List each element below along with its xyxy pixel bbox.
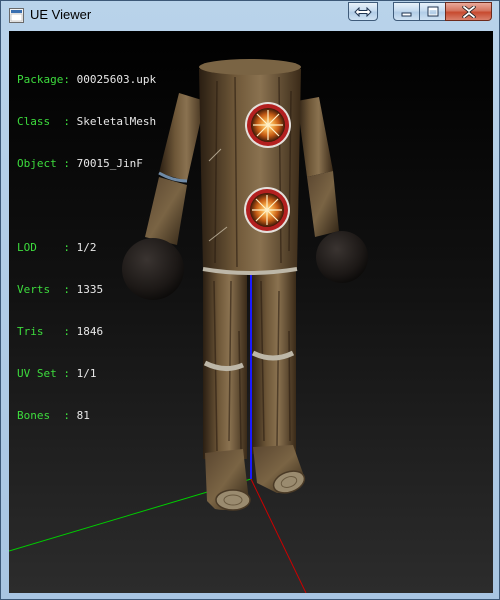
info-value-uvset: 1/1: [76, 367, 97, 380]
info-row-class: Class : SkeletalMesh: [17, 115, 156, 129]
axis-x-line: [250, 478, 307, 593]
info-row-object: Object : 70015_JinF: [17, 157, 156, 171]
info-row-tris: Tris : 1846: [17, 325, 156, 339]
close-button[interactable]: [445, 2, 492, 21]
torso: [199, 63, 301, 273]
minimize-icon: [401, 12, 412, 16]
info-key: Package: [17, 73, 64, 86]
info-value-bones: 81: [76, 409, 90, 422]
minimize-button[interactable]: [393, 2, 420, 21]
title-bar[interactable]: UE Viewer: [1, 1, 499, 30]
app-icon: [9, 8, 24, 23]
info-row-package: Package: 00025603.upk: [17, 73, 156, 87]
window-title: UE Viewer: [30, 7, 92, 22]
close-icon: [461, 5, 476, 18]
left-arm-upper: [159, 93, 205, 181]
info-value-verts: 1335: [76, 283, 104, 296]
info-value-object: 70015_JinF: [76, 157, 143, 170]
info-row-lod: LOD : 1/2: [17, 241, 156, 255]
mesh-info-panel: Package: 00025603.upk Class : SkeletalMe…: [17, 45, 156, 451]
info-key: LOD: [17, 241, 64, 254]
info-sep: :: [63, 283, 77, 296]
maximize-icon: [427, 6, 438, 17]
3d-viewport[interactable]: Package: 00025603.upk Class : SkeletalMe…: [9, 31, 493, 593]
info-key: Bones: [17, 409, 64, 422]
info-sep: :: [63, 241, 77, 254]
info-value-class: SkeletalMesh: [76, 115, 157, 128]
toggle-view-button[interactable]: [348, 2, 378, 21]
chest-emblem-upper: [245, 102, 291, 148]
info-key: Tris: [17, 325, 64, 338]
info-value-tris: 1846: [76, 325, 104, 338]
info-row-uvset: UV Set : 1/1: [17, 367, 156, 381]
info-sep: :: [63, 73, 77, 86]
info-sep: :: [63, 409, 77, 422]
right-arm-lower: [307, 171, 339, 237]
double-arrow-icon: [354, 6, 372, 17]
right-arm-upper: [297, 97, 333, 177]
info-sep: :: [63, 157, 77, 170]
info-value-lod: 1/2: [76, 241, 97, 254]
info-sep: :: [63, 325, 77, 338]
chest-emblem-lower: [244, 187, 290, 233]
info-key: Object: [17, 157, 64, 170]
info-row-bones: Bones : 81: [17, 409, 156, 423]
right-hand-ball: [316, 231, 368, 283]
info-value-package: 00025603.upk: [76, 73, 157, 86]
info-key: Verts: [17, 283, 64, 296]
info-key: UV Set: [17, 367, 64, 380]
info-row-verts: Verts : 1335: [17, 283, 156, 297]
info-key: Class: [17, 115, 64, 128]
info-sep: :: [63, 115, 77, 128]
maximize-button[interactable]: [419, 2, 446, 21]
info-sep: :: [63, 367, 77, 380]
app-window: UE Viewer Package: 00025603.upk Class: …: [0, 0, 500, 600]
